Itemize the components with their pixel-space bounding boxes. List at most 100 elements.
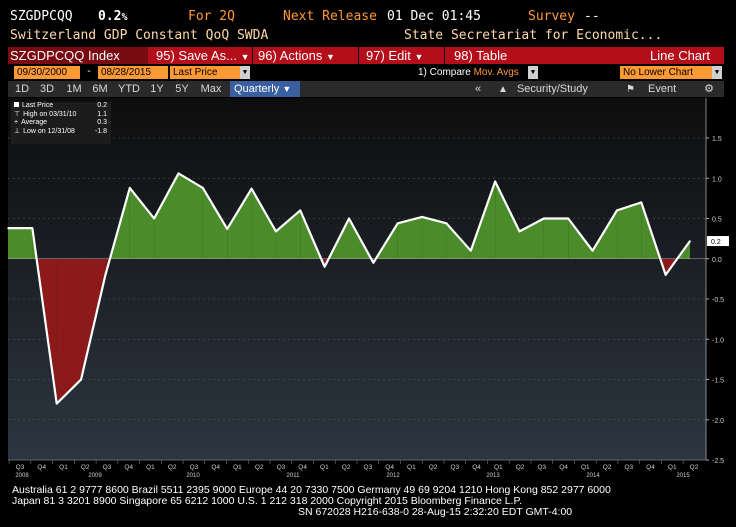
data-point <box>421 216 423 218</box>
survey-label: Survey <box>528 9 575 24</box>
x-year-label: 2009 <box>88 473 102 479</box>
security-title: Switzerland GDP Constant QoQ SWDA <box>10 28 269 43</box>
footer-line-3: SN 672028 H216-638-0 28-Aug-15 2:32:20 E… <box>298 506 573 518</box>
data-point <box>104 274 107 276</box>
data-point <box>445 222 448 225</box>
x-year-label: 2008 <box>15 473 29 479</box>
x-tick-label: Q1 <box>320 464 329 471</box>
positive-area <box>543 218 569 259</box>
period-1y[interactable]: 1Y <box>146 81 168 97</box>
divider <box>444 47 445 64</box>
start-date-input[interactable]: 09/30/2000 <box>14 66 80 79</box>
flag-icon: ⚑ <box>626 84 635 95</box>
x-tick-label: Q1 <box>668 464 677 471</box>
save-as-button[interactable]: 95) Save As... ▼ <box>156 47 249 64</box>
x-tick-label: Q4 <box>298 464 307 471</box>
lower-chart-select[interactable]: No Lower Chart <box>620 66 712 79</box>
y-tick-label: -1.5 <box>712 378 724 385</box>
data-point <box>664 274 667 276</box>
chevron-down-icon: ▼ <box>240 52 250 62</box>
x-tick-label: Q3 <box>624 464 633 471</box>
plot-background <box>8 98 706 460</box>
source-name: State Secretariat for Economic... <box>404 28 663 43</box>
positive-area <box>616 202 642 259</box>
table-button[interactable]: 98) Table <box>454 47 507 64</box>
x-tick-label: Q1 <box>581 464 590 471</box>
chart-type[interactable]: Line Chart <box>650 47 710 64</box>
data-point <box>567 217 570 220</box>
x-tick-label: Q1 <box>494 464 503 471</box>
chevron-down-icon[interactable]: ▼ <box>712 66 722 79</box>
next-release-label: Next Release <box>283 9 377 24</box>
event-button[interactable]: ⚑ Event <box>626 81 688 97</box>
data-point <box>177 172 180 175</box>
divider <box>252 47 253 64</box>
period-6m[interactable]: 6M <box>88 81 112 97</box>
data-point <box>469 249 472 252</box>
chevron-down-icon[interactable]: ▼ <box>240 66 250 79</box>
chart-icon: ▲ <box>498 84 508 95</box>
x-tick-label: Q3 <box>16 464 25 471</box>
period-1m[interactable]: 1M <box>62 81 86 97</box>
frequency-select[interactable]: Quarterly ▼ <box>230 81 300 97</box>
data-point <box>55 402 58 405</box>
x-tick-label: Q1 <box>233 464 242 471</box>
y-tick-label: 1.5 <box>712 136 722 143</box>
period-5y[interactable]: 5Y <box>170 81 194 97</box>
x-tick-label: Q3 <box>103 464 112 471</box>
chart-area[interactable]: 1.5 1.0 0.5 0.0 -0.5 -1.0 -1.5 -2.0 -2.5 0.2 Q3 Q4 Q… <box>0 97 736 487</box>
index-field[interactable]: SZGDPCQQ Index <box>8 47 148 64</box>
x-tick-label: Q2 <box>516 464 525 471</box>
gear-icon[interactable]: ⚙ <box>700 81 718 97</box>
data-point <box>202 187 204 189</box>
y-tick-label: 1.0 <box>712 176 722 183</box>
period-ytd[interactable]: YTD <box>114 81 144 97</box>
x-tick-label: Q3 <box>364 464 373 471</box>
ticker: SZGDPCQQ <box>10 9 73 24</box>
chevron-down-icon[interactable]: ▼ <box>528 66 538 79</box>
x-tick-label: Q2 <box>168 464 177 471</box>
x-tick-label: Q2 <box>429 464 438 471</box>
collapse-button[interactable]: « <box>470 81 486 97</box>
x-tick-label: Q4 <box>37 464 46 471</box>
data-point <box>689 240 691 242</box>
edit-button[interactable]: 97) Edit ▼ <box>366 47 423 64</box>
x-tick-label: Q4 <box>211 464 220 471</box>
data-point <box>591 249 594 252</box>
data-point <box>7 227 9 229</box>
x-tick-label: Q3 <box>451 464 460 471</box>
security-study-button[interactable]: ▲ Security/Study <box>498 81 606 97</box>
data-point <box>616 209 618 212</box>
data-point <box>396 222 399 225</box>
end-date-input[interactable]: 08/28/2015 <box>98 66 168 79</box>
next-release-date: 01 Dec 01:45 <box>387 9 481 24</box>
x-tick-label: Q3 <box>537 464 546 471</box>
y-tick-label: 0.0 <box>712 257 722 264</box>
legend-average: + Average 0.3 <box>14 119 107 126</box>
period-1d[interactable]: 1D <box>12 81 32 97</box>
field-select[interactable]: Last Price <box>170 66 240 79</box>
data-point <box>250 187 253 190</box>
legend-high: ⊤ High on 03/31/10 1.1 <box>14 110 107 118</box>
x-tick-label: Q2 <box>255 464 264 471</box>
last-value-tag-label: 0.2 <box>711 239 721 246</box>
legend-low: ⊥ Low on 12/31/08 -1.8 <box>14 127 107 135</box>
range-separator: - <box>86 66 93 77</box>
period-max[interactable]: Max <box>196 81 226 97</box>
actions-button[interactable]: 96) Actions ▼ <box>258 47 335 64</box>
divider <box>358 47 359 64</box>
chart-legend: Last Price 0.2 ⊤ High on 03/31/10 1.1 + Aver… <box>11 102 111 144</box>
data-point <box>299 209 302 212</box>
data-point <box>372 261 375 264</box>
compare-control[interactable]: 1) Compare Mov. Avgs <box>418 66 519 79</box>
x-year-label: 2015 <box>676 473 690 479</box>
positive-area <box>8 228 33 259</box>
chevron-down-icon: ▼ <box>282 84 292 94</box>
x-year-label: 2014 <box>586 473 600 479</box>
data-point <box>323 266 326 268</box>
period-3d[interactable]: 3D <box>36 81 58 97</box>
data-point <box>153 217 155 220</box>
x-tick-label: Q4 <box>559 464 568 471</box>
x-tick-label: Q3 <box>277 464 286 471</box>
data-point <box>494 180 496 183</box>
